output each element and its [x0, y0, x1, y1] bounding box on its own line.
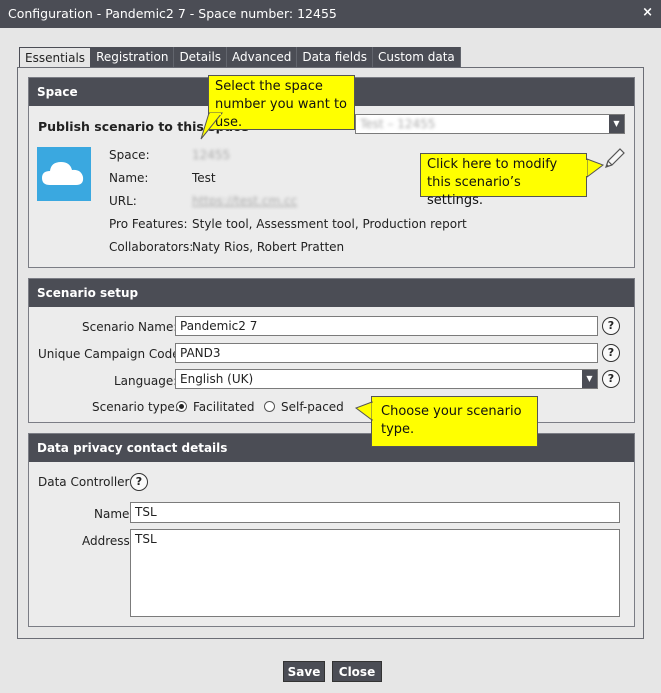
- chevron-down-icon: ▼: [582, 370, 597, 388]
- pro-features-label: Pro Features:: [109, 217, 188, 231]
- language-select[interactable]: English (UK) ▼: [175, 369, 598, 389]
- callout-pointer: [585, 158, 605, 178]
- data-privacy-heading: Data privacy contact details: [29, 434, 634, 462]
- callout-pointer: [200, 112, 224, 140]
- tab-details[interactable]: Details: [174, 47, 228, 67]
- tab-essentials[interactable]: Essentials: [19, 47, 92, 67]
- language-label: Language:: [114, 374, 178, 388]
- privacy-name-label: Name: [94, 507, 130, 521]
- scenario-name-help-icon[interactable]: ?: [602, 317, 620, 335]
- scenario-type-callout: Choose your scenario type.: [371, 396, 538, 447]
- close-icon[interactable]: ×: [642, 5, 653, 20]
- data-controller-label: Data Controller:: [38, 475, 134, 489]
- name-label: Name:: [109, 171, 149, 185]
- space-select-value: Test – 12455: [360, 117, 436, 131]
- url-label: URL:: [109, 194, 137, 208]
- facilitated-label: Facilitated: [193, 400, 255, 414]
- privacy-address-textarea[interactable]: TSL: [130, 529, 620, 617]
- language-value: English (UK): [180, 372, 254, 386]
- tab-data-fields[interactable]: Data fields: [297, 47, 373, 67]
- chevron-down-icon: ▼: [609, 115, 624, 133]
- campaign-code-help-icon[interactable]: ?: [602, 344, 620, 362]
- scenario-type-label: Scenario type:: [92, 400, 179, 414]
- scenario-name-label: Scenario Name:: [82, 320, 178, 334]
- cloud-icon: [37, 147, 91, 201]
- facilitated-radio[interactable]: [176, 401, 187, 412]
- tab-registration[interactable]: Registration: [91, 47, 175, 67]
- url-link[interactable]: https://test.cm.cc: [192, 194, 297, 208]
- scenario-setup-heading: Scenario setup: [29, 279, 634, 307]
- callout-pointer: [354, 401, 374, 421]
- window-title: Configuration - Pandemic2 7 - Space numb…: [8, 6, 337, 21]
- data-controller-help-icon[interactable]: ?: [130, 473, 148, 491]
- scenario-name-input[interactable]: Pandemic2 7: [175, 316, 598, 336]
- modify-callout: Click here to modify this scenario’s set…: [420, 153, 587, 208]
- close-button[interactable]: Close: [332, 661, 382, 682]
- campaign-code-input[interactable]: PAND3: [175, 343, 598, 363]
- tab-advanced[interactable]: Advanced: [227, 47, 298, 67]
- self-paced-radio[interactable]: [264, 401, 275, 412]
- tab-bar: Essentials Registration Details Advanced…: [19, 47, 461, 67]
- save-button[interactable]: Save: [283, 661, 325, 682]
- pro-features-value: Style tool, Assessment tool, Production …: [192, 217, 467, 231]
- collaborators-value: Naty Rios, Robert Pratten: [192, 240, 345, 254]
- space-label: Space:: [109, 148, 150, 162]
- space-number-value: 12455: [192, 148, 231, 162]
- name-value: Test: [192, 171, 216, 185]
- privacy-address-label: Address: [82, 534, 130, 548]
- campaign-code-label: Unique Campaign Code:: [38, 347, 184, 361]
- collaborators-label: Collaborators:: [109, 240, 194, 254]
- tab-custom-data[interactable]: Custom data: [372, 47, 461, 67]
- title-bar: Configuration - Pandemic2 7 - Space numb…: [0, 0, 661, 28]
- self-paced-label: Self-paced: [281, 400, 344, 414]
- language-help-icon[interactable]: ?: [602, 370, 620, 388]
- space-select[interactable]: Test – 12455 ▼: [355, 114, 625, 134]
- privacy-name-input[interactable]: TSL: [130, 502, 620, 523]
- space-number-callout: Select the space number you want to use.: [208, 75, 355, 130]
